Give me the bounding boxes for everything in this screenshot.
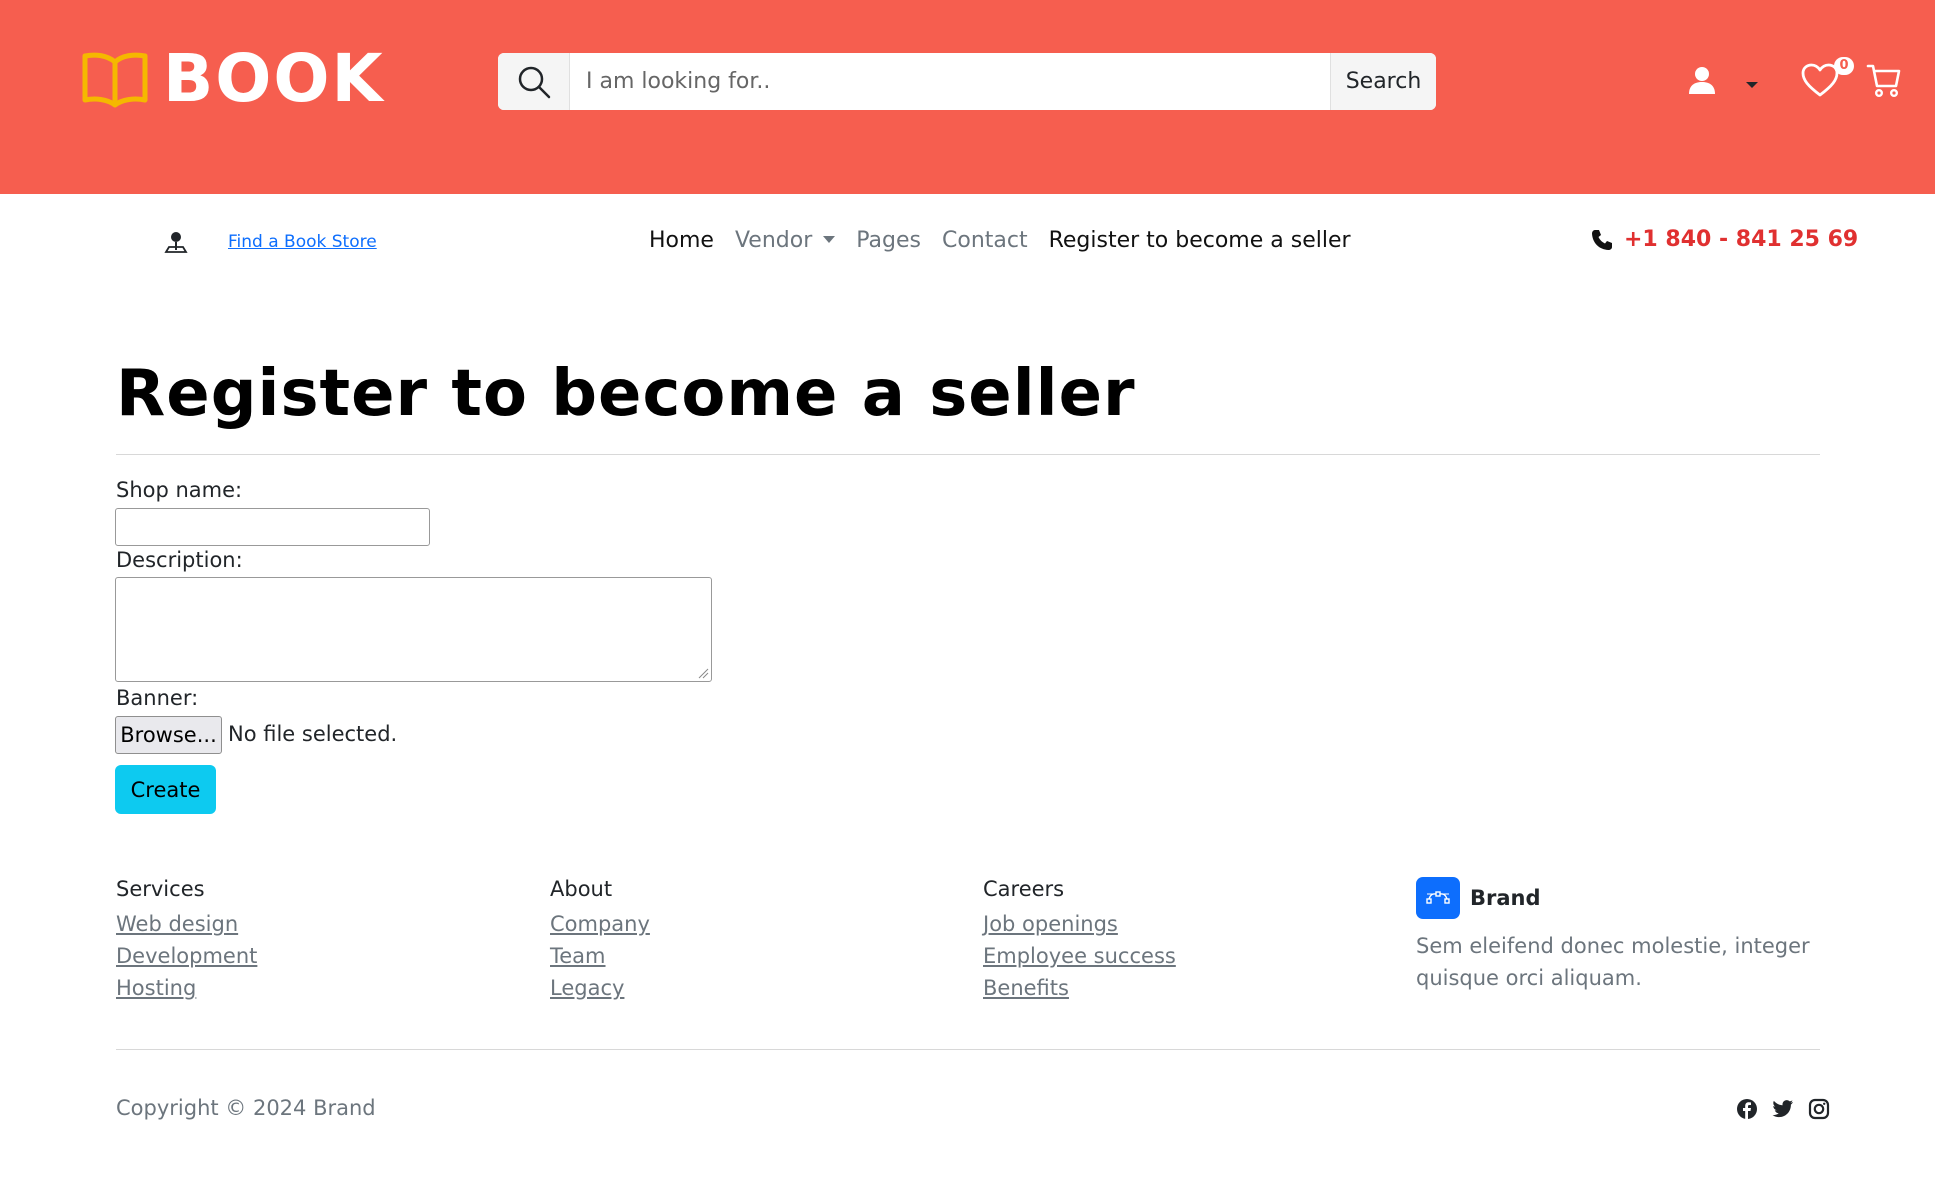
banner-label: Banner: bbox=[116, 686, 199, 710]
nav-item-vendor[interactable]: Vendor bbox=[734, 228, 836, 253]
facebook-icon[interactable] bbox=[1736, 1098, 1758, 1120]
footer-link[interactable]: Employee success bbox=[983, 943, 1176, 970]
search-icon[interactable] bbox=[498, 53, 570, 110]
site-header: BOOK Search 0 bbox=[0, 0, 1935, 194]
instagram-icon[interactable] bbox=[1808, 1098, 1830, 1120]
footer-link[interactable]: Web design bbox=[116, 911, 257, 938]
cart-button[interactable] bbox=[1866, 60, 1902, 100]
browse-file-button[interactable]: Browse... bbox=[115, 716, 222, 754]
bezier-icon bbox=[1426, 891, 1450, 904]
book-icon bbox=[82, 52, 148, 108]
logo-text: BOOK bbox=[163, 40, 385, 117]
description-label: Description: bbox=[116, 548, 243, 572]
description-textarea[interactable] bbox=[115, 577, 712, 682]
wishlist-button[interactable]: 0 bbox=[1800, 57, 1854, 100]
search-bar: Search bbox=[498, 53, 1436, 110]
nav-item-vendor-label: Vendor bbox=[734, 228, 813, 253]
logo[interactable]: BOOK bbox=[81, 46, 385, 112]
phone-contact[interactable]: +1 840 - 841 25 69 bbox=[1590, 227, 1858, 252]
footer-column-title: Services bbox=[116, 877, 205, 901]
user-icon bbox=[1689, 67, 1715, 94]
footer-column-about: About Company Team Legacy bbox=[550, 877, 650, 1007]
twitter-icon[interactable] bbox=[1772, 1099, 1794, 1119]
wishlist-badge: 0 bbox=[1834, 57, 1854, 75]
footer-link[interactable]: Job openings bbox=[983, 911, 1176, 938]
footer-link[interactable]: Legacy bbox=[550, 975, 650, 1002]
page-title: Register to become a seller bbox=[116, 357, 1136, 431]
footer-link[interactable]: Company bbox=[550, 911, 650, 938]
nav-item-home[interactable]: Home bbox=[649, 228, 714, 253]
footer-link[interactable]: Development bbox=[116, 943, 257, 970]
footer-link[interactable]: Hosting bbox=[116, 975, 257, 1002]
find-store-link[interactable]: Find a Book Store bbox=[228, 232, 377, 252]
nav-menu: Home Vendor Pages Contact Register to be… bbox=[649, 228, 1372, 253]
footer-column-title: About bbox=[550, 877, 613, 901]
social-links bbox=[1722, 1098, 1830, 1120]
nav-item-contact[interactable]: Contact bbox=[942, 228, 1028, 253]
footer-column-title: Careers bbox=[983, 877, 1065, 901]
footer-link[interactable]: Team bbox=[550, 943, 650, 970]
brand-logo bbox=[1416, 877, 1460, 919]
chevron-down-icon bbox=[1746, 82, 1758, 88]
chevron-down-icon bbox=[823, 236, 836, 243]
location-pin-icon bbox=[164, 232, 188, 253]
footer-column-careers: Careers Job openings Employee success Be… bbox=[983, 877, 1176, 1007]
search-input[interactable] bbox=[570, 53, 1330, 110]
shop-name-input[interactable] bbox=[115, 508, 430, 546]
brand-name: Brand bbox=[1470, 886, 1541, 910]
footer-column-services: Services Web design Development Hosting bbox=[116, 877, 257, 1007]
divider bbox=[116, 1049, 1820, 1050]
phone-number: +1 840 - 841 25 69 bbox=[1624, 227, 1859, 252]
shop-name-label: Shop name: bbox=[116, 478, 243, 502]
main-nav: Find a Book Store Home Vendor Pages Cont… bbox=[0, 194, 1935, 290]
create-button[interactable]: Create bbox=[115, 765, 216, 814]
brand-description: Sem eleifend donec molestie, integer qui… bbox=[1416, 934, 1810, 990]
search-button[interactable]: Search bbox=[1330, 53, 1436, 110]
nav-item-pages[interactable]: Pages bbox=[856, 228, 921, 253]
file-status: No file selected. bbox=[228, 722, 398, 746]
phone-icon bbox=[1592, 229, 1612, 250]
copyright-text: Copyright © 2024 Brand bbox=[116, 1096, 376, 1120]
nav-item-register-seller[interactable]: Register to become a seller bbox=[1049, 228, 1351, 253]
resize-grip-icon[interactable] bbox=[697, 667, 709, 679]
divider bbox=[116, 454, 1820, 455]
account-menu[interactable] bbox=[1687, 60, 1759, 100]
cart-icon bbox=[1866, 64, 1901, 98]
footer-link[interactable]: Benefits bbox=[983, 975, 1176, 1002]
